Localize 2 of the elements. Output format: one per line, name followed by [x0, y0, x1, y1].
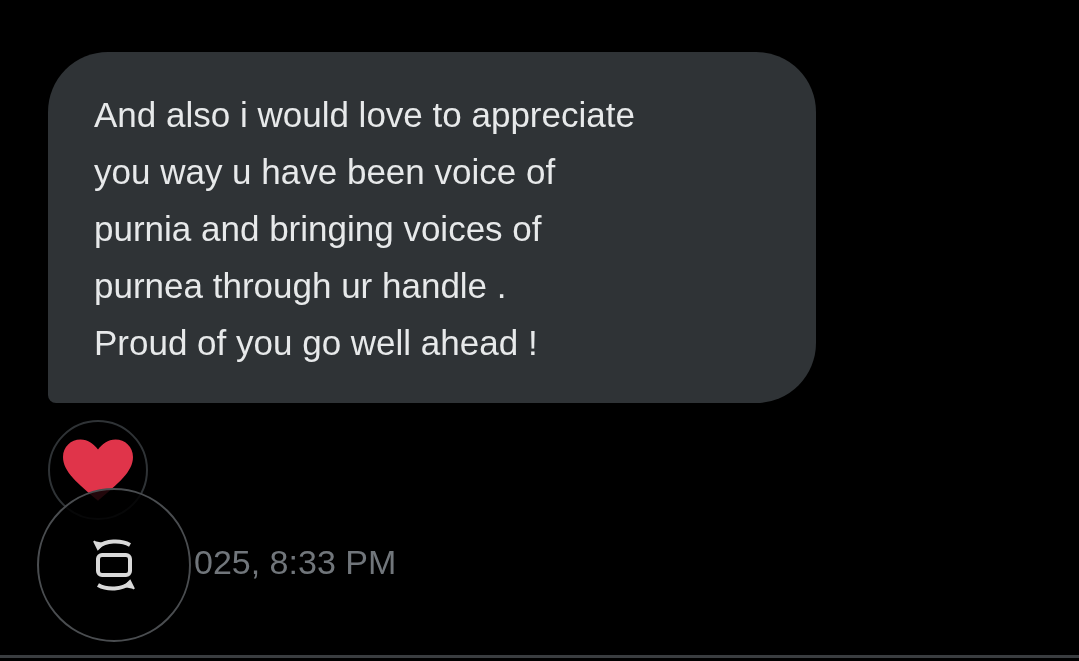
- message-text: And also i would love to appreciate you way u have been voice of purnia and bringing voices of purnea through ur handle . Proud of you go well ahead !: [94, 94, 636, 364]
- timestamp: 025, 8:33 PM: [194, 542, 397, 582]
